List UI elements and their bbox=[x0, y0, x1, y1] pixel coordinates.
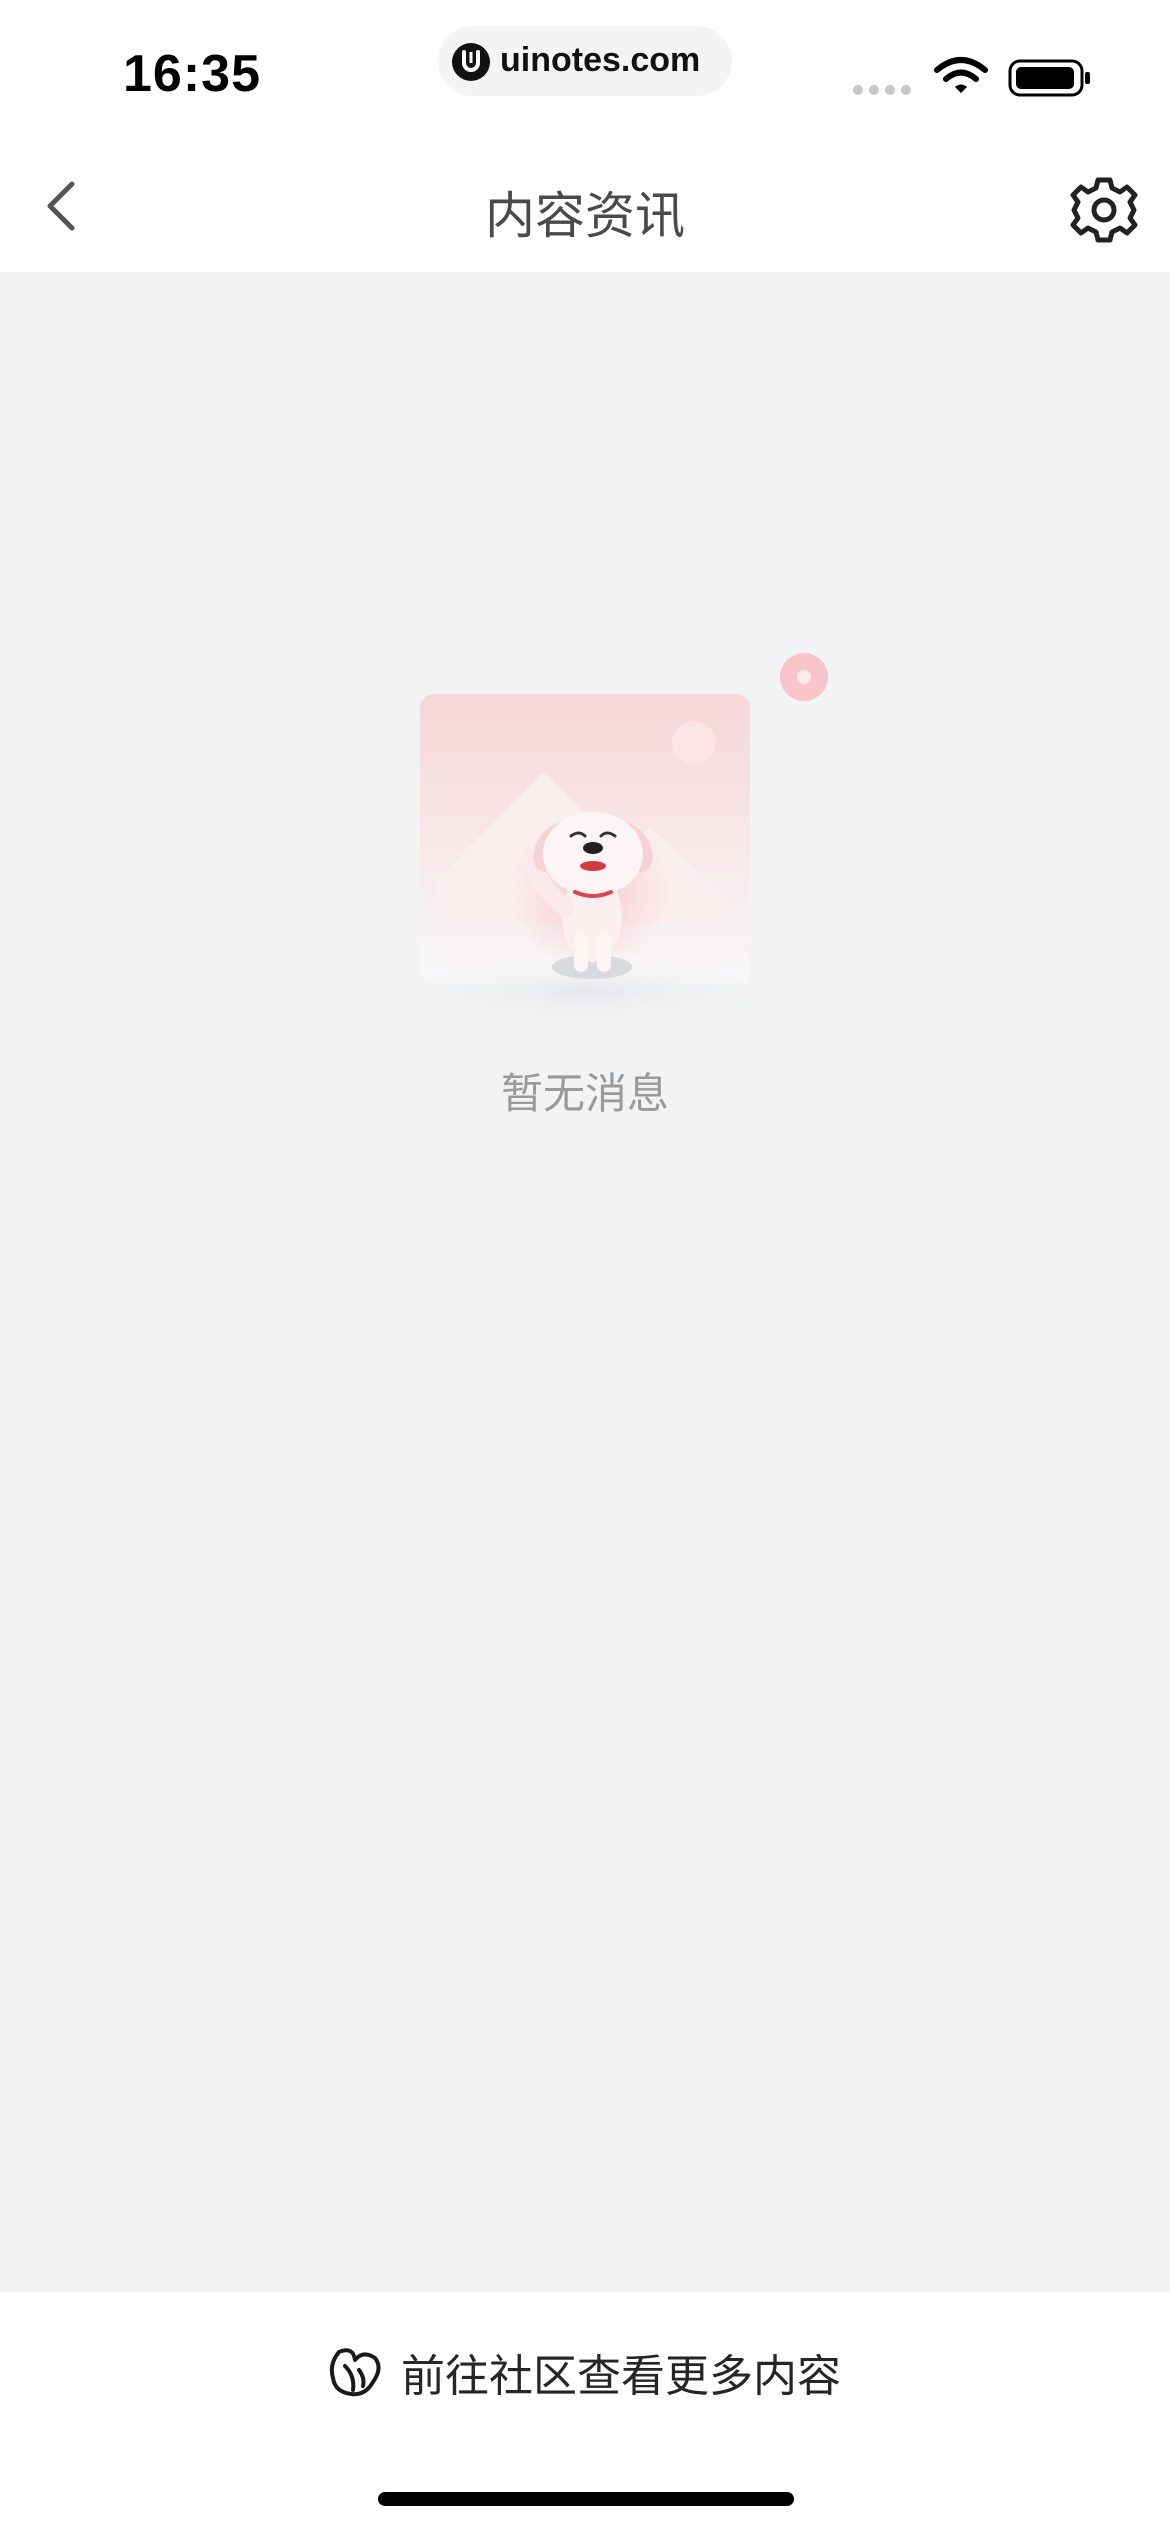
url-pill[interactable]: uinotes.com bbox=[438, 26, 732, 96]
signal-icon bbox=[853, 85, 911, 95]
home-indicator[interactable] bbox=[378, 2492, 794, 2506]
gear-icon bbox=[1070, 177, 1138, 243]
page-title: 内容资讯 bbox=[485, 187, 685, 245]
status-bar: 16:35 uinotes.com bbox=[0, 0, 1170, 140]
status-time: 16:35 bbox=[123, 45, 261, 103]
community-leaf-icon bbox=[329, 2348, 381, 2397]
url-text: uinotes.com bbox=[500, 41, 701, 79]
site-logo-icon bbox=[452, 43, 490, 81]
empty-message: 暂无消息 bbox=[500, 1069, 669, 1118]
battery-icon bbox=[1008, 59, 1090, 97]
settings-button[interactable] bbox=[1064, 170, 1144, 250]
wifi-icon bbox=[934, 57, 988, 93]
navigation-bar: 内容资讯 bbox=[0, 140, 1170, 272]
empty-illustration bbox=[385, 653, 828, 1022]
sun-circle bbox=[672, 721, 716, 765]
bottom-bar: 前往社区查看更多内容 bbox=[0, 2292, 1170, 2532]
community-link-button[interactable]: 前往社区查看更多内容 bbox=[325, 2332, 841, 2412]
content-area: 暂无消息 bbox=[0, 272, 1170, 2292]
community-link-label: 前往社区查看更多内容 bbox=[401, 2351, 841, 2402]
